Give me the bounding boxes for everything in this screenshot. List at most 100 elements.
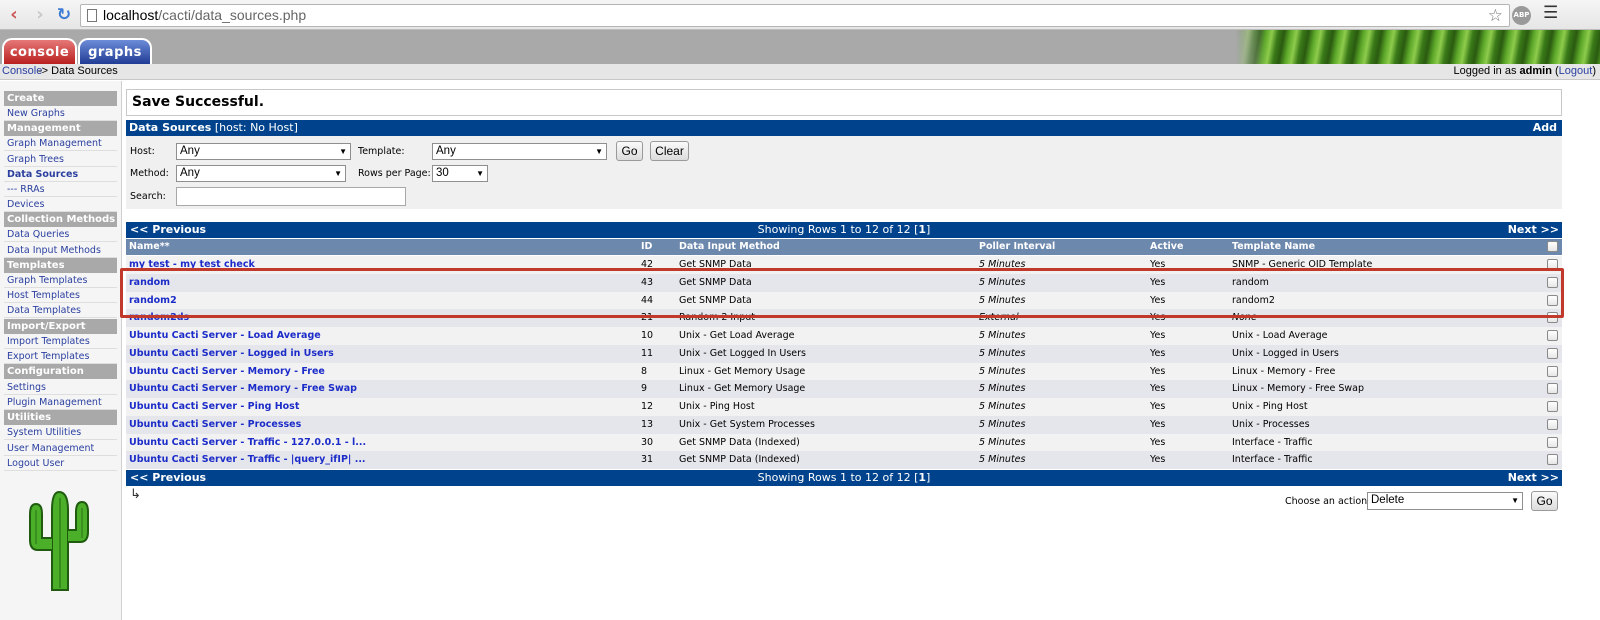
- adblock-icon[interactable]: ABP: [1512, 6, 1531, 25]
- current-page[interactable]: 1: [918, 471, 926, 484]
- sidebar-item-graph-management[interactable]: Graph Management: [4, 136, 117, 151]
- row-name-link[interactable]: Ubuntu Cacti Server - Load Average: [129, 327, 634, 345]
- row-name-link[interactable]: Ubuntu Cacti Server - Processes: [129, 416, 634, 434]
- row-checkbox[interactable]: [1547, 383, 1558, 395]
- bookmark-star-icon[interactable]: ☆: [1488, 5, 1503, 26]
- row-name-link[interactable]: random: [129, 274, 634, 292]
- row-name-link[interactable]: Ubuntu Cacti Server - Logged in Users: [129, 345, 634, 363]
- row-interval: 5 Minutes: [979, 330, 1026, 341]
- sidebar-item-import-templates[interactable]: Import Templates: [4, 334, 117, 349]
- sidebar-item-graph-trees[interactable]: Graph Trees: [4, 152, 117, 167]
- page-icon: [87, 9, 97, 22]
- login-prefix: Logged in as: [1453, 65, 1520, 77]
- row-checkbox[interactable]: [1547, 276, 1558, 288]
- table-row: random2 44 Get SNMP Data 5 Minutes Yes r…: [126, 291, 1562, 310]
- row-method: Linux - Get Memory Usage: [679, 365, 806, 377]
- row-id: 43: [641, 276, 654, 288]
- login-info: Logged in as admin (Logout): [1453, 64, 1596, 79]
- row-template: Unix - Ping Host: [1232, 401, 1308, 412]
- address-bar[interactable]: localhost/cacti/data_sources.php ☆: [80, 4, 1510, 27]
- row-name-link[interactable]: random2ds: [129, 309, 634, 327]
- select-all-checkbox[interactable]: [1547, 241, 1558, 252]
- save-message: Save Successful.: [126, 89, 1562, 116]
- row-checkbox[interactable]: [1547, 294, 1558, 306]
- sidebar-item-new-graphs[interactable]: New Graphs: [4, 106, 117, 121]
- sidebar-item-rras[interactable]: --- RRAs: [4, 182, 117, 197]
- row-checkbox[interactable]: [1547, 436, 1558, 448]
- sidebar-item-system-utilities[interactable]: System Utilities: [4, 425, 117, 440]
- sidebar-item-data-templates[interactable]: Data Templates: [4, 303, 117, 318]
- row-checkbox[interactable]: [1547, 418, 1558, 430]
- column-name[interactable]: Name**: [129, 239, 170, 255]
- method-select[interactable]: Any ▼: [176, 165, 346, 182]
- next-link[interactable]: Next >>: [1508, 470, 1559, 486]
- sidebar-item-devices[interactable]: Devices: [4, 197, 117, 212]
- sidebar-item-graph-templates[interactable]: Graph Templates: [4, 273, 117, 288]
- sidebar-item-settings[interactable]: Settings: [4, 380, 117, 395]
- column-data-input-method[interactable]: Data Input Method: [679, 239, 780, 255]
- template-select[interactable]: Any ▼: [432, 143, 607, 160]
- column-id[interactable]: ID: [641, 239, 652, 255]
- sidebar-item-logout-user[interactable]: Logout User: [4, 456, 117, 471]
- tab-console[interactable]: console: [2, 38, 77, 64]
- logout-open: (: [1551, 65, 1559, 77]
- rows-per-page-select[interactable]: 30 ▼: [432, 165, 488, 182]
- showing-close: ]: [926, 223, 931, 236]
- url-path: /cacti/data_sources.php: [158, 7, 307, 23]
- row-name-link[interactable]: Ubuntu Cacti Server - Traffic - |query_i…: [129, 451, 634, 469]
- row-checkbox[interactable]: [1547, 330, 1558, 341]
- menu-icon[interactable]: ☰: [1543, 3, 1558, 23]
- row-checkbox[interactable]: [1547, 259, 1558, 270]
- chevron-down-icon: ▼: [1511, 496, 1519, 505]
- filter-header: Data Sources [host: No Host] Add: [126, 120, 1562, 136]
- sidebar-item-data-input-methods[interactable]: Data Input Methods: [4, 243, 117, 258]
- sidebar-item-export-templates[interactable]: Export Templates: [4, 349, 117, 364]
- column-template-name[interactable]: Template Name: [1232, 239, 1315, 255]
- forward-arrow-icon[interactable]: ›: [30, 5, 50, 25]
- breadcrumb-console-link[interactable]: Console: [2, 64, 42, 79]
- sidebar-item-host-templates[interactable]: Host Templates: [4, 288, 117, 303]
- showing-text: Showing Rows 1 to 12 of 12 [: [757, 471, 919, 484]
- row-checkbox[interactable]: [1547, 454, 1558, 466]
- current-page[interactable]: 1: [918, 223, 926, 236]
- clear-button[interactable]: Clear: [650, 141, 689, 161]
- row-checkbox[interactable]: [1547, 312, 1558, 324]
- pagination-top: << Previous Showing Rows 1 to 12 of 12 […: [126, 222, 1562, 238]
- row-checkbox[interactable]: [1547, 347, 1558, 359]
- go-button[interactable]: Go: [616, 141, 643, 161]
- row-checkbox[interactable]: [1547, 401, 1558, 412]
- row-method: Get SNMP Data: [679, 276, 752, 288]
- row-name-link[interactable]: Ubuntu Cacti Server - Traffic - 127.0.0.…: [129, 434, 634, 452]
- column-poller-interval[interactable]: Poller Interval: [979, 239, 1055, 255]
- rows-per-page-value: 30: [436, 167, 449, 179]
- row-interval: 5 Minutes: [979, 454, 1026, 466]
- filter-subtitle: [host: No Host]: [214, 121, 298, 134]
- column-active[interactable]: Active: [1150, 239, 1183, 255]
- add-link[interactable]: Add: [1533, 120, 1557, 136]
- next-link[interactable]: Next >>: [1508, 222, 1559, 238]
- sidebar-item-plugin-management[interactable]: Plugin Management: [4, 395, 117, 410]
- row-name-link[interactable]: Ubuntu Cacti Server - Memory - Free: [129, 363, 634, 381]
- row-active: Yes: [1150, 347, 1166, 359]
- action-select[interactable]: Delete ▼: [1367, 492, 1523, 510]
- host-select[interactable]: Any ▼: [176, 143, 351, 160]
- row-method: Get SNMP Data (Indexed): [679, 454, 800, 466]
- row-name-link[interactable]: Ubuntu Cacti Server - Ping Host: [129, 398, 634, 416]
- logout-link[interactable]: Logout: [1559, 65, 1593, 77]
- row-template: random: [1232, 276, 1269, 288]
- action-go-button[interactable]: Go: [1531, 491, 1558, 511]
- sidebar-item-data-sources[interactable]: Data Sources: [4, 167, 117, 182]
- row-method: Unix - Get Load Average: [679, 330, 795, 341]
- row-interval: 5 Minutes: [979, 401, 1026, 412]
- row-checkbox[interactable]: [1547, 365, 1558, 377]
- row-name-link[interactable]: my test - my test check: [129, 256, 634, 274]
- back-arrow-icon[interactable]: ‹: [4, 5, 24, 25]
- row-name-link[interactable]: random2: [129, 292, 634, 310]
- row-name-link[interactable]: Ubuntu Cacti Server - Memory - Free Swap: [129, 380, 634, 398]
- tab-graphs[interactable]: graphs: [78, 38, 152, 64]
- sidebar-item-data-queries[interactable]: Data Queries: [4, 227, 117, 242]
- row-template: Linux - Memory - Free Swap: [1232, 383, 1364, 395]
- search-input[interactable]: [176, 187, 406, 206]
- reload-icon[interactable]: ↻: [54, 5, 74, 25]
- sidebar-item-user-management[interactable]: User Management: [4, 441, 117, 456]
